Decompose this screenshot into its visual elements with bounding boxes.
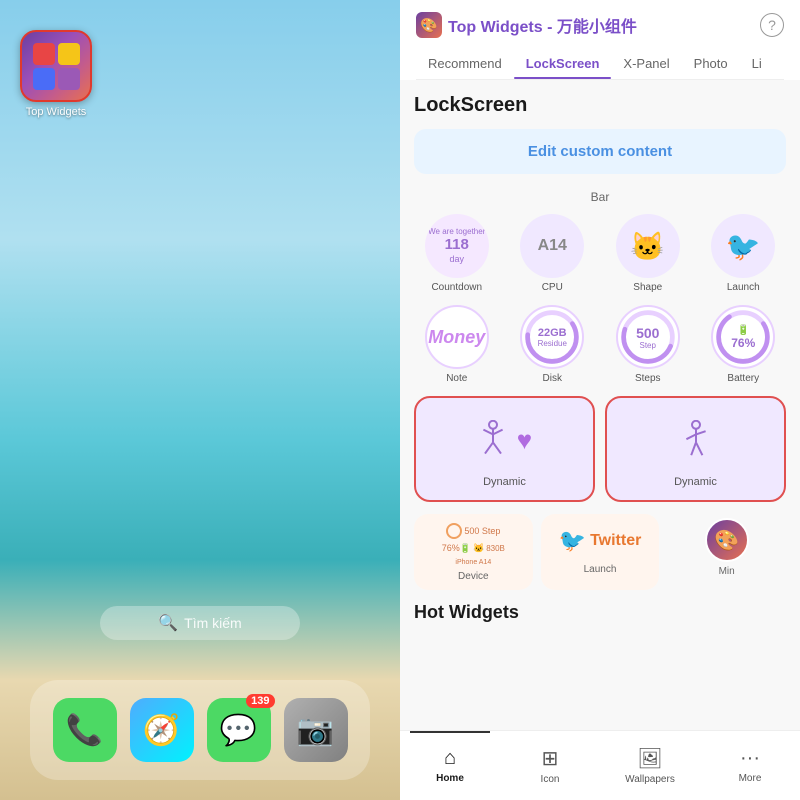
dynamic-1-label: Dynamic <box>483 476 526 488</box>
battery-pct: 76% <box>731 336 755 350</box>
launch-card-label: Launch <box>584 564 617 575</box>
widget-battery[interactable]: 🔋 76% Battery <box>701 305 787 384</box>
app-title-group: 🎨 Top Widgets - 万能小组件 <box>416 12 637 38</box>
tab-li[interactable]: Li <box>740 48 774 79</box>
dynamic-2-label: Dynamic <box>674 476 717 488</box>
tab-lockscreen[interactable]: LockScreen <box>514 48 612 79</box>
dynamic-card-2[interactable]: Dynamic <box>605 396 786 502</box>
wallpapers-icon: 🖼 <box>637 746 662 771</box>
app-panel: 🎨 Top Widgets - 万能小组件 ? Recommend LockSc… <box>400 0 800 800</box>
twitter-bird-icon: 🐦 <box>726 230 761 263</box>
steps-text: Step <box>636 341 659 350</box>
icon-label: Icon <box>541 774 560 785</box>
nav-more[interactable]: ··· More <box>700 731 800 800</box>
nav-home[interactable]: ⌂ Home <box>400 731 500 800</box>
app-title-icon: 🎨 <box>416 12 442 38</box>
disk-residue: Residue <box>538 339 567 348</box>
bottom-nav: ⌂ Home ⊞ Icon 🖼 Wallpapers ··· More <box>400 730 800 800</box>
shape-cat-icon: 🐱 <box>630 230 665 263</box>
section-title: LockScreen <box>414 94 786 117</box>
min-avatar: 🎨 <box>705 518 749 562</box>
edit-custom-button[interactable]: Edit custom content <box>414 129 786 174</box>
bar-label: Bar <box>414 190 786 204</box>
dock-camera[interactable]: 📷 <box>284 698 348 762</box>
dock-messages[interactable]: 💬 139 <box>207 698 271 762</box>
dock-safari[interactable]: 🧭 <box>130 698 194 762</box>
nav-tabs: Recommend LockScreen X-Panel Photo Li <box>416 48 784 80</box>
more-label: More <box>739 773 762 784</box>
heart-icon: ♥ <box>517 425 532 456</box>
cpu-text: A14 <box>538 236 567 255</box>
wallpapers-label: Wallpapers <box>625 774 675 785</box>
stick-figure-2 <box>680 420 712 460</box>
home-icon: ⌂ <box>444 747 456 770</box>
widget-disk[interactable]: 22GB Residue Disk <box>510 305 596 384</box>
search-text: Tìm kiếm <box>184 615 242 631</box>
icon-grid-icon: ⊞ <box>542 746 559 771</box>
homescreen-panel: Top Widgets 🔍 Tìm kiếm 📞 🧭 💬 139 📷 <box>0 0 400 800</box>
device-card[interactable]: 500 Step 76%🔋 🐱 830B iPhone A14 Device <box>414 514 533 590</box>
battery-label: Battery <box>727 373 759 384</box>
widgets-row-2: Money Note 22GB Residue Disk <box>414 305 786 384</box>
widget-steps[interactable]: 500 Step Steps <box>605 305 691 384</box>
tab-xpanel[interactable]: X-Panel <box>611 48 681 79</box>
search-bar[interactable]: 🔍 Tìm kiếm <box>100 606 300 640</box>
widget-shape[interactable]: 🐱 Shape <box>605 214 691 293</box>
hot-widgets-title: Hot Widgets <box>414 602 786 623</box>
steps-label: Steps <box>635 373 661 384</box>
tab-photo[interactable]: Photo <box>682 48 740 79</box>
launch-card[interactable]: 🐦 Twitter Launch <box>541 514 660 590</box>
nav-wallpapers[interactable]: 🖼 Wallpapers <box>600 731 700 800</box>
app-icon-label: Top Widgets <box>26 106 87 118</box>
dynamic-section: ♥ Dynamic Dynamic <box>414 396 786 502</box>
top-widgets-app-icon[interactable]: Top Widgets <box>20 30 92 118</box>
countdown-top-text: We are together <box>428 227 485 237</box>
money-text: Money <box>428 327 485 348</box>
dynamic-card-1[interactable]: ♥ Dynamic <box>414 396 595 502</box>
countdown-number: 118 <box>428 236 485 254</box>
camera-icon: 📷 <box>297 713 334 748</box>
more-icon: ··· <box>740 747 760 770</box>
app-content: LockScreen Edit custom content Bar We ar… <box>400 80 800 730</box>
widget-cpu[interactable]: A14 CPU <box>510 214 596 293</box>
disk-gb: 22GB <box>538 327 567 339</box>
home-label: Home <box>436 773 464 784</box>
nav-icon[interactable]: ⊞ Icon <box>500 731 600 800</box>
messages-icon: 💬 <box>220 713 257 748</box>
cpu-label: CPU <box>542 282 563 293</box>
app-title-text: Top Widgets - 万能小组件 <box>448 13 637 37</box>
search-icon: 🔍 <box>158 613 178 633</box>
widget-launch[interactable]: 🐦 Launch <box>701 214 787 293</box>
widget-note[interactable]: Money Note <box>414 305 500 384</box>
min-label: Min <box>667 566 786 577</box>
widget-countdown[interactable]: We are together 118 day Countdown <box>414 214 500 293</box>
stick-figure-1 <box>477 420 509 460</box>
launch-label: Launch <box>727 282 760 293</box>
help-icon: ? <box>768 17 776 33</box>
steps-num: 500 <box>636 325 659 341</box>
messages-badge: 139 <box>246 694 274 708</box>
device-card-label: Device <box>458 571 489 582</box>
widgets-row-1: We are together 118 day Countdown A14 CP… <box>414 214 786 293</box>
help-button[interactable]: ? <box>760 13 784 37</box>
safari-icon: 🧭 <box>143 713 180 748</box>
app-header: 🎨 Top Widgets - 万能小组件 ? Recommend LockSc… <box>400 0 800 80</box>
bottom-cards-row: 500 Step 76%🔋 🐱 830B iPhone A14 Device 🐦… <box>414 514 786 590</box>
min-card-container: 🎨 Min <box>667 514 786 590</box>
phone-icon: 📞 <box>66 713 103 748</box>
countdown-suffix: day <box>428 254 485 265</box>
dock-phone[interactable]: 📞 <box>53 698 117 762</box>
tab-recommend[interactable]: Recommend <box>416 48 514 79</box>
dock: 📞 🧭 💬 139 📷 <box>30 680 370 780</box>
disk-label: Disk <box>543 373 562 384</box>
note-label: Note <box>446 373 467 384</box>
countdown-label: Countdown <box>431 282 482 293</box>
shape-label: Shape <box>633 282 662 293</box>
